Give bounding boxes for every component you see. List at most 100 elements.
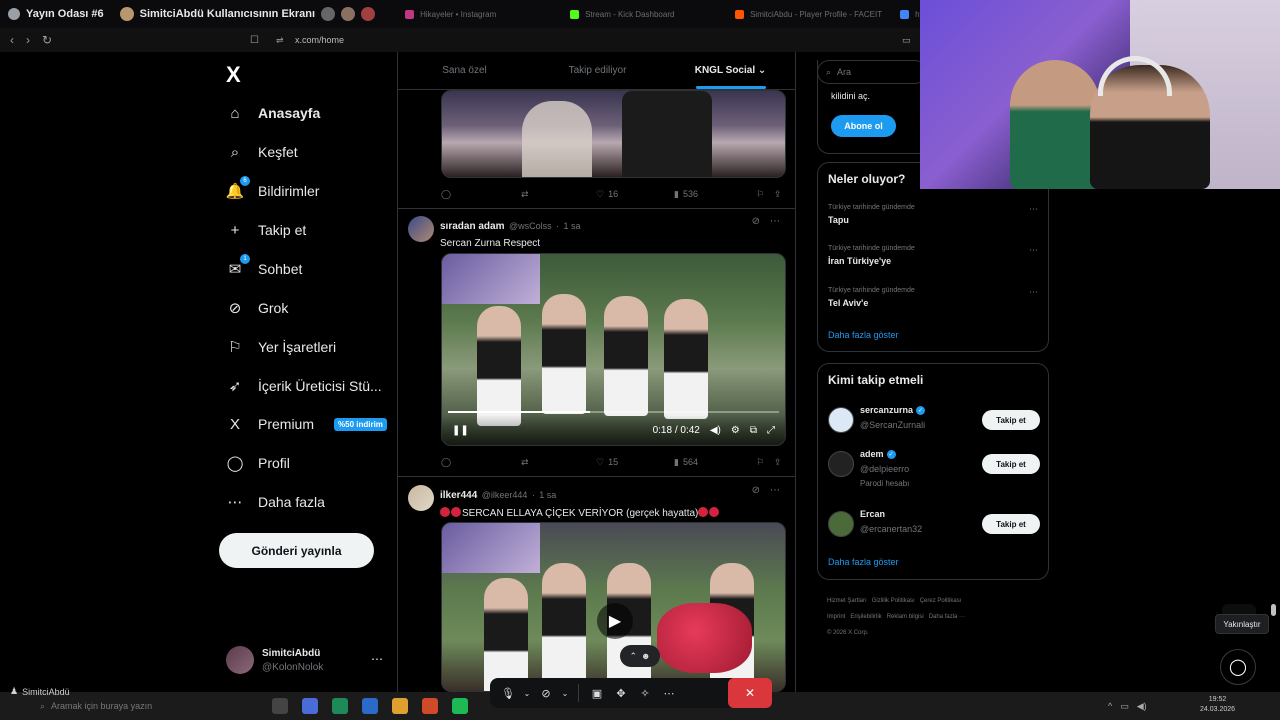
post-time[interactable]: 1 sa — [563, 221, 580, 231]
video-progress-bar[interactable] — [448, 411, 779, 413]
screen-share-icon[interactable]: ▣ — [585, 681, 609, 705]
author-name[interactable]: ilker444 — [440, 490, 477, 501]
sidebar-item[interactable]: ⋯ Daha fazla — [226, 490, 325, 514]
follow-suggestion[interactable]: sercanzurna ✓ @SercanZurnali Takip et — [828, 405, 1040, 439]
avatar[interactable] — [408, 216, 434, 242]
settings-icon[interactable]: ⚙ — [731, 425, 740, 436]
feed-tab[interactable]: Takip ediliyor — [531, 52, 664, 89]
clock[interactable]: 19:52 24.03.2026 — [1200, 695, 1235, 715]
reply-icon[interactable]: ◯ — [441, 457, 521, 468]
store-icon[interactable] — [362, 698, 378, 714]
repost-icon[interactable]: ⇄ — [521, 457, 596, 468]
more-icon[interactable]: ⋯ — [770, 216, 780, 227]
repost-icon[interactable]: ⇄ — [521, 189, 596, 200]
trend-item[interactable]: Türkiye tarihinde gündemde İran Türkiye'y… — [828, 245, 1038, 266]
footer-link[interactable]: Çerez Politikası — [920, 598, 962, 604]
sidebar-item[interactable]: ⌂ Anasayfa — [226, 101, 320, 125]
footer-link[interactable]: Imprint — [827, 614, 845, 620]
grok-icon[interactable]: ⊘ — [752, 216, 760, 227]
views-button[interactable]: ▮ 536 — [674, 189, 756, 200]
trend-item[interactable]: Türkiye tarihinde gündemde Tel Aviv'e ⋯ — [828, 287, 1038, 308]
chevron-up-icon[interactable]: ^ — [1108, 701, 1112, 712]
more-icon[interactable]: ⋯ — [371, 652, 383, 666]
feed-tab[interactable]: KNGL Social ⌄ — [664, 52, 795, 89]
play-icon[interactable]: ▶ — [597, 603, 633, 639]
soundboard-icon[interactable]: ✧ — [633, 681, 657, 705]
footer-link[interactable]: © 2026 X Corp. — [827, 630, 868, 636]
like-button[interactable]: ♡ 16 — [596, 189, 674, 200]
more-icon[interactable]: ⋯ — [1029, 287, 1038, 298]
chevron-down-icon[interactable]: ⌄ — [520, 681, 534, 705]
pause-icon[interactable]: ❚❚ — [452, 425, 469, 436]
post-time[interactable]: 1 sa — [539, 490, 556, 500]
reload-icon[interactable]: ↻ — [42, 33, 52, 47]
avatar[interactable] — [828, 451, 854, 477]
bookmark-icon[interactable]: ⚐ — [756, 457, 774, 468]
post-button[interactable]: Gönderi yayınla — [219, 533, 374, 568]
microphone-icon[interactable]: 🎙 — [496, 681, 520, 705]
stream-popup[interactable]: ⌃ ☻ — [620, 645, 660, 667]
camera-off-icon[interactable]: ⊘ — [534, 681, 558, 705]
trends-more-link[interactable]: Daha fazla göster — [828, 330, 899, 340]
edge-icon[interactable] — [332, 698, 348, 714]
cast-icon[interactable]: ▭ — [902, 35, 911, 46]
site-settings-icon[interactable]: ⇌ — [276, 35, 284, 46]
trend-item[interactable]: Türkiye tarihinde gündemde Tapu ⋯ — [828, 204, 1038, 225]
back-icon[interactable]: ‹ — [10, 33, 14, 47]
footer-link[interactable]: Daha fazla ··· — [929, 614, 965, 620]
reply-icon[interactable]: ◯ — [441, 189, 521, 200]
sidebar-item[interactable]: ◯ Profil — [226, 451, 290, 475]
sidebar-item[interactable]: ⌕ Keşfet — [226, 140, 298, 164]
author-name[interactable]: sıradan adam — [440, 221, 504, 232]
post-video[interactable]: ❚❚ 0:18 / 0:42 ◀) ⚙ ⧉ ⤢ — [441, 253, 786, 446]
more-icon[interactable]: ⋯ — [770, 485, 780, 496]
volume-icon[interactable]: ◀) — [1137, 701, 1147, 712]
account-switcher[interactable]: SimitciAbdü @KolonNolok ⋯ — [226, 646, 383, 674]
subscribe-button[interactable]: Abone ol — [831, 115, 896, 137]
copilot-icon[interactable] — [302, 698, 318, 714]
spotify-icon[interactable] — [452, 698, 468, 714]
views-button[interactable]: ▮ 564 — [674, 457, 756, 468]
like-button[interactable]: ♡ 15 — [596, 457, 674, 468]
folder-icon[interactable] — [392, 698, 408, 714]
avatar[interactable] — [408, 485, 434, 511]
author-handle[interactable]: @ilkeer444 — [482, 490, 528, 500]
follow-suggestion[interactable]: Ercan @ercanertan32 Takip et — [828, 509, 1040, 543]
footer-link[interactable]: Reklam bilgisi — [887, 614, 924, 620]
feed-tab[interactable]: Sana özel — [398, 52, 531, 89]
activities-icon[interactable]: ✥ — [609, 681, 633, 705]
post-media-image[interactable] — [441, 90, 786, 178]
more-icon[interactable]: ⋯ — [1029, 204, 1038, 215]
sidebar-item[interactable]: X Premium %50 indirim — [226, 412, 387, 436]
brave-icon[interactable] — [422, 698, 438, 714]
grok-icon[interactable]: ⊘ — [752, 485, 760, 496]
follow-button[interactable]: Takip et — [982, 454, 1040, 474]
browser-tab[interactable]: Hikayeler • Instagram — [397, 3, 562, 25]
avatar[interactable] — [828, 511, 854, 537]
chevron-down-icon[interactable]: ⌄ — [558, 681, 572, 705]
chat-bubble-icon[interactable]: ◯ — [1220, 649, 1256, 685]
follow-suggestion[interactable]: adem ✓ @delpieerro Parodi hesabı Takip et — [828, 449, 1040, 488]
post-video[interactable]: ▶ — [441, 522, 786, 692]
browser-tab[interactable]: Stream - Kick Dashboard — [562, 3, 727, 25]
sidebar-item[interactable]: ✉ 1 Sohbet — [226, 254, 302, 281]
end-call-button[interactable]: ✕ — [728, 678, 772, 708]
volume-icon[interactable]: ◀) — [710, 425, 721, 436]
sidebar-item[interactable]: 🔔 6 Bildirimler — [226, 176, 319, 203]
sidebar-item[interactable]: ➶ İçerik Üreticisi Stü... — [226, 374, 382, 398]
x-logo-icon[interactable]: X — [226, 62, 241, 88]
bookmark-icon[interactable]: ⚐ — [756, 189, 774, 200]
footer-link[interactable]: Gizlilik Politikası — [872, 598, 915, 604]
follow-button[interactable]: Takip et — [982, 514, 1040, 534]
browser-tab[interactable]: SimitciAbdu - Player Profile - FACEIT — [727, 3, 892, 25]
taskbar-search[interactable]: ⌕ Aramak için buraya yazın — [30, 695, 260, 717]
url-field[interactable]: x.com/home — [295, 35, 344, 45]
sidebar-item[interactable]: + Takip et — [226, 218, 307, 242]
who-more-link[interactable]: Daha fazla göster — [828, 557, 899, 567]
forward-icon[interactable]: › — [26, 33, 30, 47]
follow-button[interactable]: Takip et — [982, 410, 1040, 430]
bookmark-icon[interactable]: ☐ — [250, 35, 259, 46]
more-icon[interactable]: ⋯ — [1029, 245, 1038, 256]
sidebar-item[interactable]: ⊘ Grok — [226, 296, 289, 320]
share-icon[interactable]: ⇪ — [774, 189, 782, 200]
